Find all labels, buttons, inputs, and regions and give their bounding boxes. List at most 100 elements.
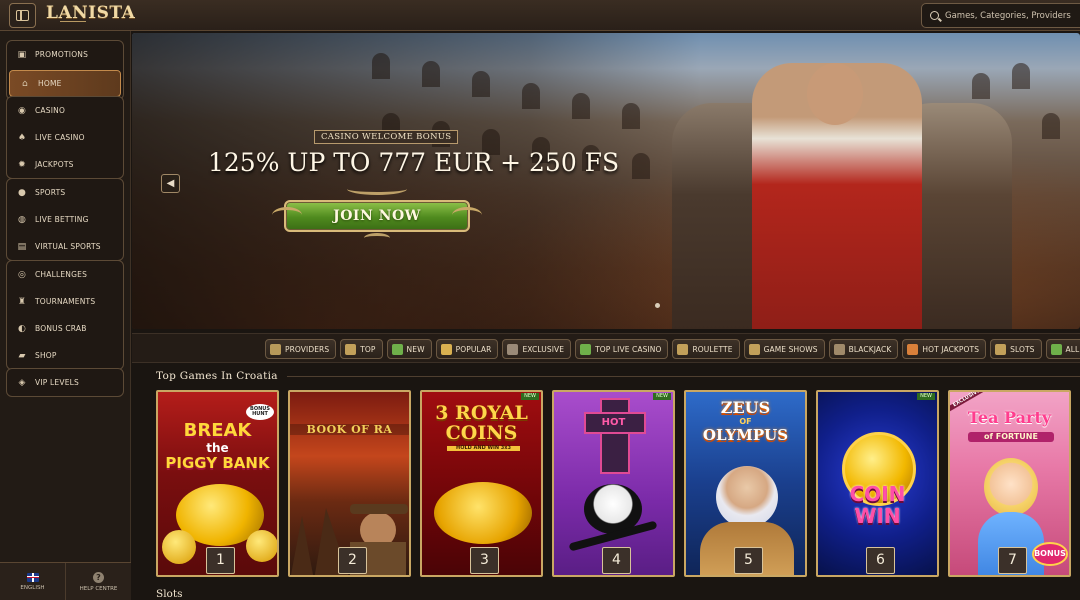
category-label: NEW	[406, 344, 425, 354]
sidebar-item-label: Home	[38, 79, 62, 88]
lanista-logo[interactable]: LANISTA	[46, 3, 135, 23]
category-roulette[interactable]: ROULETTE	[672, 339, 740, 359]
sidebar-item-label: Virtual Sports	[35, 242, 101, 251]
sidebar-item-label: Jackpots	[35, 160, 74, 169]
sidebar-item-label: Bonus Crab	[35, 324, 87, 333]
category-hot-jackpots[interactable]: HOT JACKPOTS	[902, 339, 987, 359]
category-label: TOP LIVE CASINO	[595, 344, 662, 354]
sidebar-item-home[interactable]: ⌂ Home	[9, 70, 121, 97]
sidebar-item-label: Live Casino	[35, 133, 85, 142]
sidebar-item-jackpots[interactable]: ✹ Jackpots	[7, 151, 123, 178]
hero-offer-title: 125% UP TO 777 EUR + 250 FS	[208, 148, 620, 177]
hero-banner[interactable]: CASINO WELCOME BONUS 125% UP TO 777 EUR …	[132, 33, 1080, 329]
casino-chip-icon: ◉	[17, 105, 27, 116]
rank-badge: 3	[470, 547, 499, 574]
sidebar-item-live-betting[interactable]: ◍ Live Betting	[7, 206, 123, 233]
sidebar-item-virtual-sports[interactable]: ▤ Virtual Sports	[7, 233, 123, 260]
category-top[interactable]: TOP	[340, 339, 383, 359]
sidebar-item-tournaments[interactable]: ♜ Tournaments	[7, 288, 123, 315]
search-icon	[930, 11, 939, 20]
game-card-book-of-ra[interactable]: BOOK OF RA 2	[288, 390, 411, 577]
vip-diamond-icon: ◈	[18, 377, 26, 388]
game-card-3-royal-coins[interactable]: NEW 3 ROYAL COINS HOLD AND WIN 3x3 3	[420, 390, 543, 577]
exclusive-icon	[507, 343, 519, 355]
sidebar-item-promotions[interactable]: ▣ Promotions	[7, 41, 123, 68]
game-card-hot[interactable]: NEW HOT 4	[552, 390, 675, 577]
sidebar-item-label: Sports	[35, 188, 66, 197]
wing-left-icon	[272, 207, 302, 223]
sidebar-item-shop[interactable]: ▰ Shop	[7, 342, 123, 369]
search-input[interactable]	[945, 10, 1080, 21]
game-card-tea-party-of-fortune[interactable]: EXCLUSIVE Tea Party of FORTUNE BONUS 7	[948, 390, 1071, 577]
category-label: HOT JACKPOTS	[922, 344, 980, 354]
category-exclusive[interactable]: EXCLUSIVE	[502, 339, 572, 359]
category-list: PROVIDERS TOP NEW POPULAR EXCLUSIVE TOP LIVE …	[265, 339, 1080, 359]
category-new[interactable]: NEW	[386, 339, 432, 359]
sidebar-item-label: Tournaments	[35, 297, 96, 306]
sidebar-item-bonus-crab[interactable]: ◐ Bonus Crab	[7, 315, 123, 342]
sidebar-item-label: Shop	[35, 351, 57, 360]
rank-badge: 1	[206, 547, 235, 574]
sidebar-group-promotions: ▣ Promotions ⌂ Home	[6, 40, 124, 100]
sidebar-group-casino: ◉ Casino ♠ Live Casino ✹ Jackpots	[6, 96, 124, 179]
game-card-zeus-of-olympus[interactable]: ZEUS OF OLYMPUS 5	[684, 390, 807, 577]
language-label: ENGLISH	[20, 584, 45, 591]
join-now-button[interactable]: JOIN NOW	[284, 200, 470, 232]
category-blackjack[interactable]: BLACKJACK	[828, 339, 899, 359]
search-box[interactable]	[921, 3, 1080, 28]
sidebar-item-label: Casino	[35, 106, 66, 115]
category-all-ga[interactable]: ALL GA	[1045, 339, 1080, 359]
sports-ball-icon: ●	[17, 187, 27, 198]
game-shows-icon	[748, 343, 760, 355]
category-top-live-casino[interactable]: TOP LIVE CASINO	[575, 339, 669, 359]
category-label: PROVIDERS	[285, 344, 330, 354]
blackjack-icon	[833, 343, 845, 355]
category-bar: PROVIDERS TOP NEW POPULAR EXCLUSIVE TOP LIVE …	[132, 333, 1080, 363]
section-divider	[287, 376, 1080, 377]
jackpot-icon: ✹	[18, 159, 26, 170]
gladiators-illustration	[652, 43, 1052, 329]
sidebar-group-vip: ◈ VIP Levels	[6, 368, 124, 397]
sidebar-toggle-icon	[16, 10, 29, 21]
rank-badge: 2	[338, 547, 367, 574]
bonus-badge: BONUS	[1032, 542, 1068, 566]
sidebar-item-casino[interactable]: ◉ Casino	[7, 97, 123, 124]
welcome-bonus-tag: CASINO WELCOME BONUS	[314, 130, 459, 144]
laurel-bottom-icon	[364, 233, 390, 243]
crab-icon: ◐	[17, 323, 27, 334]
live-casino-icon: ♠	[17, 132, 27, 143]
category-providers[interactable]: PROVIDERS	[265, 339, 337, 359]
shop-bag-icon: ▰	[18, 350, 26, 361]
rank-badge: 7	[998, 547, 1027, 574]
help-label: HELP CENTRE	[79, 585, 118, 592]
category-slots[interactable]: SLOTS	[990, 339, 1042, 359]
live-betting-icon: ◍	[17, 214, 27, 225]
trophy-icon: ♜	[17, 296, 27, 307]
menu-toggle-button[interactable]	[9, 3, 36, 28]
help-centre-link[interactable]: ? HELP CENTRE	[65, 563, 131, 600]
rank-badge: 6	[866, 547, 895, 574]
language-selector[interactable]: ENGLISH	[0, 563, 65, 600]
virtual-sports-icon: ▤	[17, 241, 27, 252]
sidebar-item-sports[interactable]: ● Sports	[7, 179, 123, 206]
category-label: SLOTS	[1010, 344, 1035, 354]
laurel-top-icon	[347, 183, 407, 195]
category-label: EXCLUSIVE	[522, 344, 565, 354]
sidebar-item-challenges[interactable]: ◎ Challenges	[7, 261, 123, 288]
rank-badge: 4	[602, 547, 631, 574]
category-game-shows[interactable]: GAME SHOWS	[743, 339, 825, 359]
carousel-dot[interactable]	[655, 303, 660, 308]
top-icon	[345, 343, 357, 355]
category-popular[interactable]: POPULAR	[435, 339, 499, 359]
sidebar-item-live-casino[interactable]: ♠ Live Casino	[7, 124, 123, 151]
home-icon: ⌂	[22, 78, 28, 89]
game-card-break-the-piggy-bank[interactable]: BREAK the PIGGY BANK BONUS HUNT 1	[156, 390, 279, 577]
new-badge: NEW	[521, 393, 539, 400]
game-card-coin-win[interactable]: NEW COIN WIN 6	[816, 390, 939, 577]
sidebar-item-vip-levels[interactable]: ◈ VIP Levels	[7, 369, 123, 396]
sidebar: ▣ Promotions ⌂ Home ◉ Casino ♠ Live Casi…	[0, 31, 131, 600]
carousel-prev-button[interactable]: ◀	[161, 174, 180, 193]
category-label: ROULETTE	[692, 344, 733, 354]
category-label: BLACKJACK	[848, 344, 892, 354]
category-label: POPULAR	[455, 344, 492, 354]
